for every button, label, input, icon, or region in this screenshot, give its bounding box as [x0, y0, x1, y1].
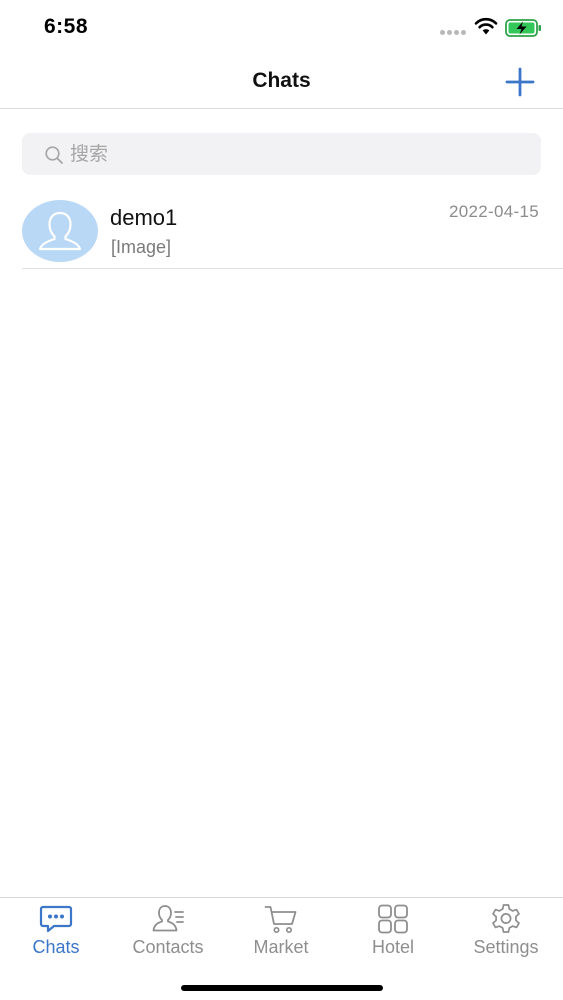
tab-label: Hotel	[371, 937, 415, 957]
search-bar[interactable]	[22, 133, 541, 175]
add-chat-button[interactable]	[503, 65, 537, 99]
chat-name: demo1	[110, 205, 178, 230]
navigation-bar: Chats	[0, 56, 563, 109]
chat-date: 2022-04-15	[449, 202, 539, 221]
home-indicator	[181, 985, 383, 991]
tab-label: Market	[253, 937, 309, 957]
grid-icon	[378, 904, 408, 934]
avatar	[22, 200, 98, 262]
tab-market[interactable]: Market	[225, 898, 337, 966]
cart-icon	[264, 906, 297, 934]
status-time: 6:58	[44, 15, 89, 38]
tab-label: Contacts	[132, 937, 204, 957]
tab-contacts[interactable]: Contacts	[112, 898, 224, 966]
wifi-icon	[474, 17, 498, 35]
tab-chats[interactable]: Chats	[0, 898, 112, 966]
contacts-icon	[152, 905, 184, 932]
signal-dots-icon	[440, 30, 468, 36]
chats-screen: 6:58 Chats 搜索 demo1 [Image] 2022-04-15 C…	[0, 0, 563, 1000]
tab-label: Chats	[32, 937, 80, 957]
tab-hotel[interactable]: Hotel	[337, 898, 449, 966]
tab-label: Settings	[473, 937, 539, 957]
chat-list-item[interactable]: demo1 [Image] 2022-04-15	[0, 188, 563, 269]
status-bar: 6:58	[0, 0, 563, 56]
person-silhouette-icon	[38, 211, 82, 251]
divider	[22, 268, 563, 269]
page-title: Chats	[252, 69, 311, 92]
plus-icon	[505, 67, 535, 97]
gear-icon	[492, 904, 520, 933]
battery-charging-icon	[505, 19, 541, 37]
search-input[interactable]	[70, 133, 510, 175]
chat-bubble-icon	[39, 905, 73, 933]
tab-settings[interactable]: Settings	[450, 898, 562, 966]
search-icon	[45, 146, 63, 164]
chat-last-message: [Image]	[111, 237, 172, 257]
